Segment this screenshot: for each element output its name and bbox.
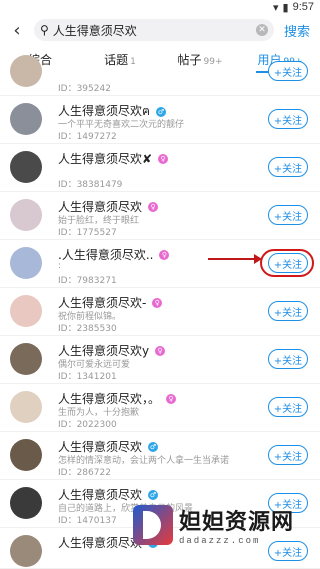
user-id: ID：38381479 (58, 180, 123, 190)
user-name-text: .人生得意须尽欢.. (58, 248, 154, 262)
back-icon[interactable]: ‹ (6, 19, 28, 41)
follow-button[interactable]: +关注 (268, 61, 308, 81)
avatar[interactable] (10, 487, 42, 519)
user-list: ID：395242 +关注 人生得意须尽欢ฅ ♂ 一个平平无奇喜欢二次元的靓仔 ID：14… (0, 55, 320, 569)
female-icon: ♀ (159, 249, 170, 260)
user-id: ID：286722 (58, 468, 111, 478)
follow-button[interactable]: +关注 (268, 157, 308, 177)
avatar[interactable] (10, 199, 42, 231)
user-row[interactable]: 人生得意须尽欢ฅ ♂ 一个平平无奇喜欢二次元的靓仔 ID：1497272 +关注 (0, 96, 320, 144)
user-id: ID：2022300 (58, 420, 117, 430)
avatar[interactable] (10, 391, 42, 423)
search-icon: ⚲ (40, 23, 49, 37)
user-id: ID：1775527 (58, 228, 117, 238)
female-icon: ♀ (158, 153, 169, 164)
clear-icon[interactable]: ✕ (255, 24, 268, 36)
male-icon: ♂ (148, 441, 159, 452)
female-icon: ♀ (155, 345, 166, 356)
male-icon: ♂ (156, 106, 167, 117)
follow-button[interactable]: +关注 (268, 109, 308, 129)
avatar[interactable] (10, 247, 42, 279)
user-row[interactable]: 人生得意须尽欢 ♂ 怎样的情深意动，会让两个人拿一生当承诺 ID：286722 +关注 (0, 432, 320, 480)
highlight-circle (260, 249, 314, 277)
avatar[interactable] (10, 439, 42, 471)
search-query: 人生得意须尽欢 (52, 23, 137, 38)
avatar[interactable] (10, 295, 42, 327)
follow-button[interactable]: +关注 (268, 301, 308, 321)
watermark-title: 妲妲资源网 (179, 510, 295, 535)
avatar[interactable] (10, 103, 42, 135)
annotation-arrow (208, 254, 262, 264)
status-bar: ▾ ▮ 9:57 (0, 0, 320, 14)
follow-button[interactable]: +关注 (268, 445, 308, 465)
wifi-icon: ▾ (272, 0, 279, 14)
female-icon: ♀ (152, 297, 163, 308)
user-id: ID：7983271 (58, 276, 117, 286)
watermark: 妲妲资源网 dadazzz.com (133, 502, 318, 548)
avatar[interactable] (10, 535, 42, 567)
male-icon: ♂ (148, 489, 159, 500)
user-row[interactable]: 人生得意须尽欢y ♀ 偶尔可爱永远可爱 ID：1341201 +关注 (0, 336, 320, 384)
user-row[interactable]: 人生得意须尽欢✘ ♀ ID：38381479 +关注 (0, 144, 320, 192)
user-id: ID：395242 (58, 84, 111, 94)
follow-button[interactable]: +关注 (268, 205, 308, 225)
user-name-text: 人生得意须尽欢✘ (58, 152, 153, 166)
female-icon: ♀ (166, 393, 177, 404)
user-name: .人生得意须尽欢.. ♀ (58, 246, 170, 263)
avatar[interactable] (10, 55, 42, 87)
user-name: 人生得意须尽欢✘ ♀ (58, 150, 169, 167)
user-id: ID：1497272 (58, 132, 117, 142)
user-row[interactable]: 人生得意须尽欢，。 ♀ 生而为人，十分抱歉 ID：2022300 +关注 (0, 384, 320, 432)
status-time: 9:57 (292, 1, 314, 13)
avatar[interactable] (10, 343, 42, 375)
user-signature: : (58, 261, 62, 271)
user-id: ID：1341201 (58, 372, 117, 382)
follow-button[interactable]: +关注 (268, 349, 308, 369)
watermark-logo-icon (133, 505, 173, 545)
avatar[interactable] (10, 151, 42, 183)
user-row[interactable]: ID：395242 +关注 (0, 48, 320, 96)
top-bar: ‹ ⚲ 人生得意须尽欢 ✕ 搜索 (0, 14, 320, 46)
watermark-url: dadazzz.com (179, 536, 261, 546)
follow-button[interactable]: +关注 (268, 397, 308, 417)
user-name-text: 人生得意须尽欢 (58, 536, 143, 550)
user-id: ID：2385530 (58, 324, 117, 334)
user-row[interactable]: .人生得意须尽欢.. ♀: ID：7983271 +关注 (0, 240, 320, 288)
search-input[interactable]: ⚲ 人生得意须尽欢 ✕ (34, 19, 274, 41)
search-button[interactable]: 搜索 (280, 21, 314, 40)
battery-icon: ▮ (282, 0, 289, 14)
female-icon: ♀ (148, 201, 159, 212)
user-row[interactable]: 人生得意须尽欢 ♀ 始于脸红，终于眼红 ID：1775527 +关注 (0, 192, 320, 240)
user-id: ID：1470137 (58, 516, 117, 526)
user-row[interactable]: 人生得意须尽欢- ♀ 祝你前程似锦。 ID：2385530 +关注 (0, 288, 320, 336)
